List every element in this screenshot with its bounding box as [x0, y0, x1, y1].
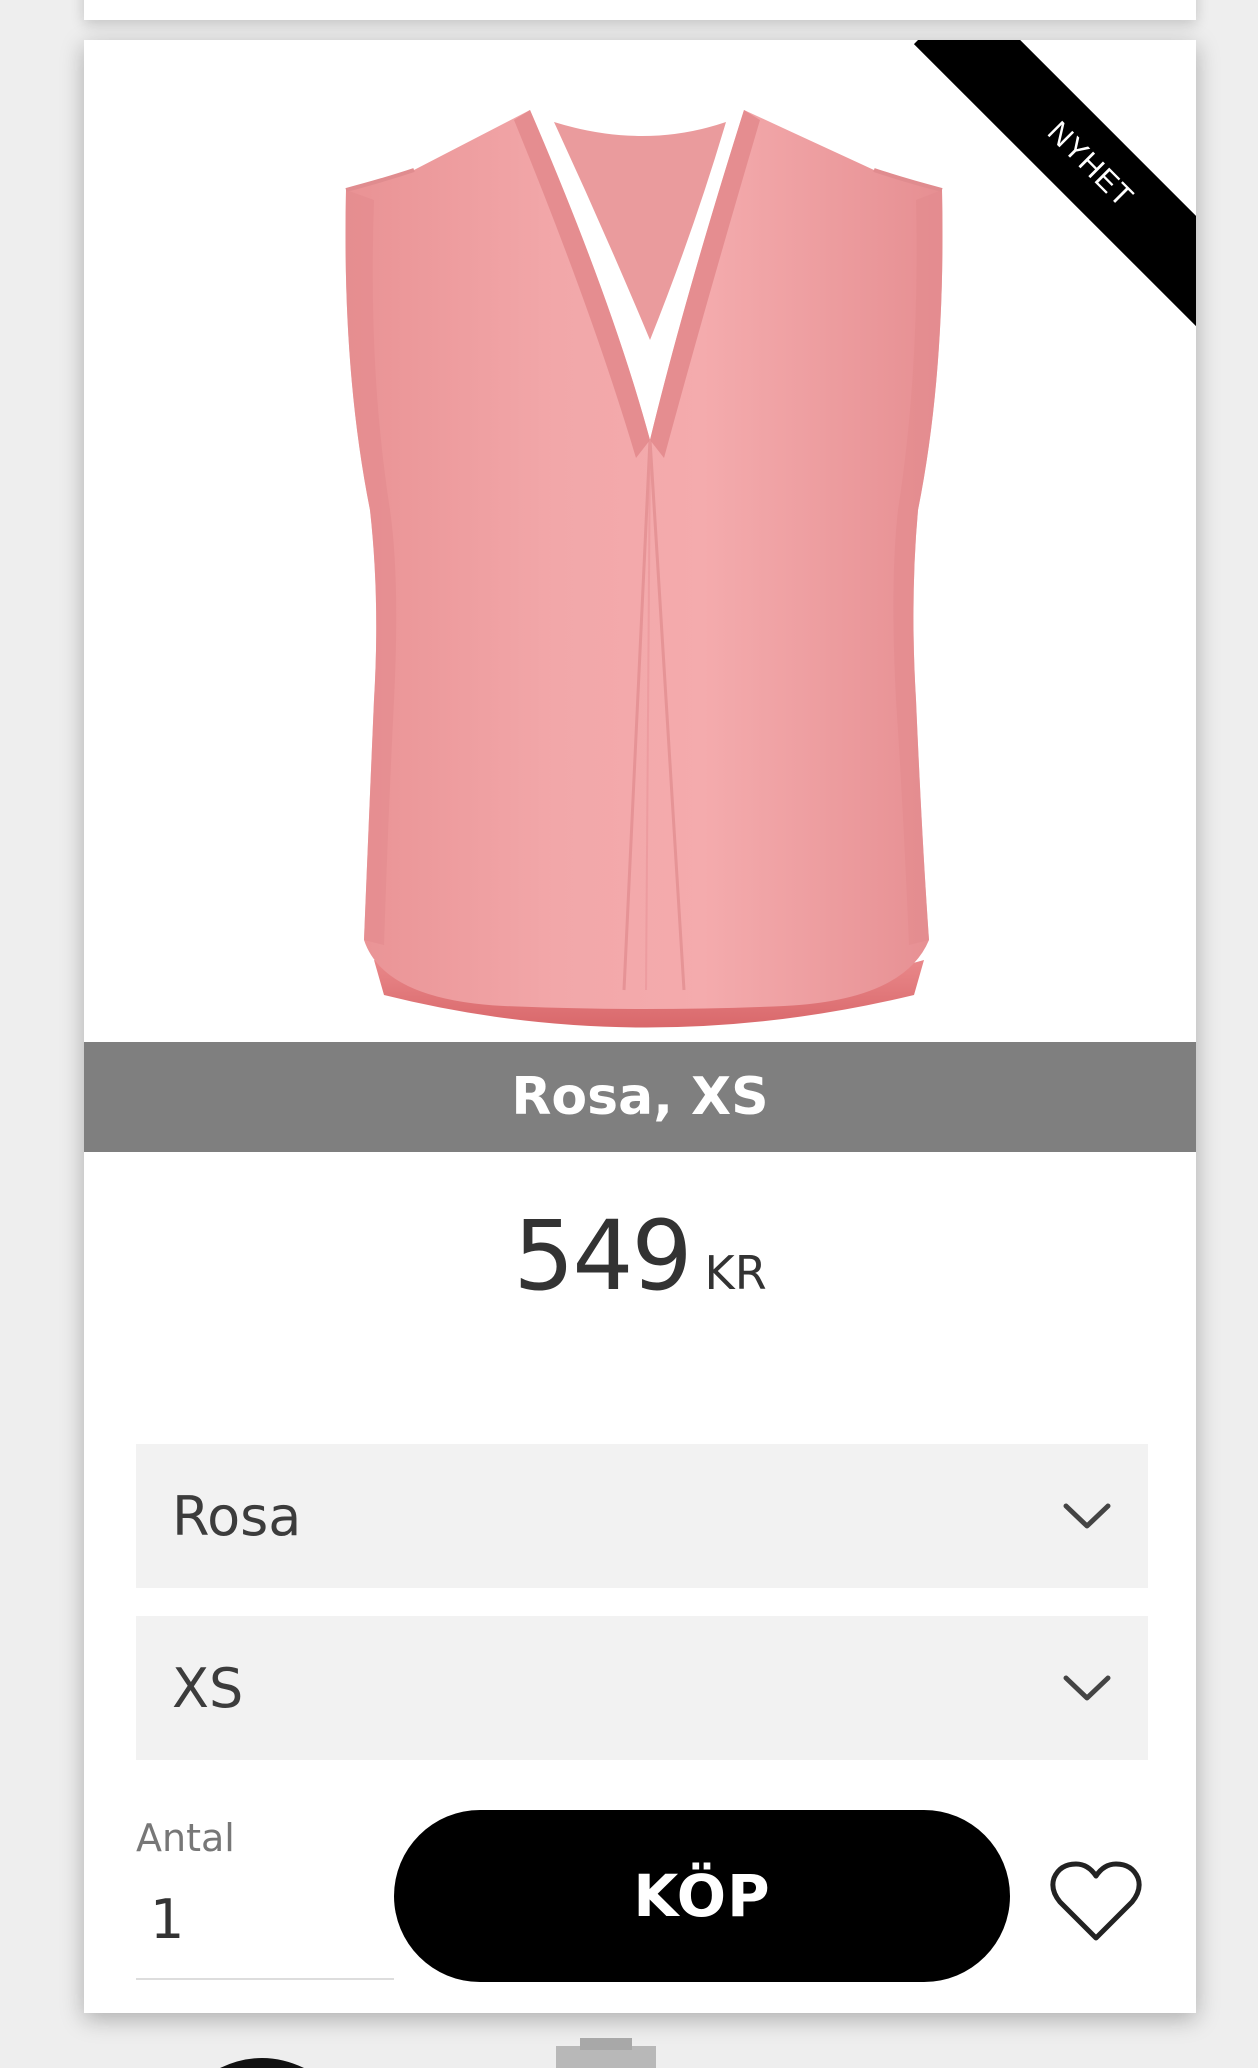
- quantity-input[interactable]: [150, 1888, 350, 1951]
- variant-label: Rosa, XS: [511, 1067, 769, 1127]
- new-badge-label: NYHET: [913, 40, 1196, 342]
- size-select[interactable]: XS: [136, 1616, 1148, 1760]
- product-card: NYHET Rosa, XS 549KR Rosa XS Antal KÖP: [84, 40, 1196, 2013]
- variant-label-bar: Rosa, XS: [84, 1042, 1196, 1152]
- chevron-down-icon: [1063, 1675, 1111, 1701]
- price: 549 KR: [84, 1200, 1196, 1312]
- previous-product-card: [84, 0, 1196, 20]
- quantity-label: Antal: [136, 1816, 235, 1860]
- price-amount: 549: [513, 1200, 692, 1312]
- new-badge-ribbon: NYHET: [876, 40, 1196, 360]
- color-select[interactable]: Rosa: [136, 1444, 1148, 1588]
- price-currency: KR: [704, 1246, 767, 1300]
- chevron-down-icon: [1063, 1503, 1111, 1529]
- size-select-value: XS: [172, 1656, 244, 1720]
- product-image-area[interactable]: NYHET: [84, 40, 1196, 1042]
- color-select-value: Rosa: [172, 1484, 302, 1548]
- buy-button[interactable]: KÖP: [394, 1810, 1010, 1982]
- quantity-field: Antal: [136, 1806, 394, 1980]
- page: NYHET Rosa, XS 549KR Rosa XS Antal KÖP: [0, 0, 1258, 2068]
- next-product-peek: [220, 2038, 656, 2068]
- heart-outline-icon[interactable]: [1048, 1858, 1144, 1944]
